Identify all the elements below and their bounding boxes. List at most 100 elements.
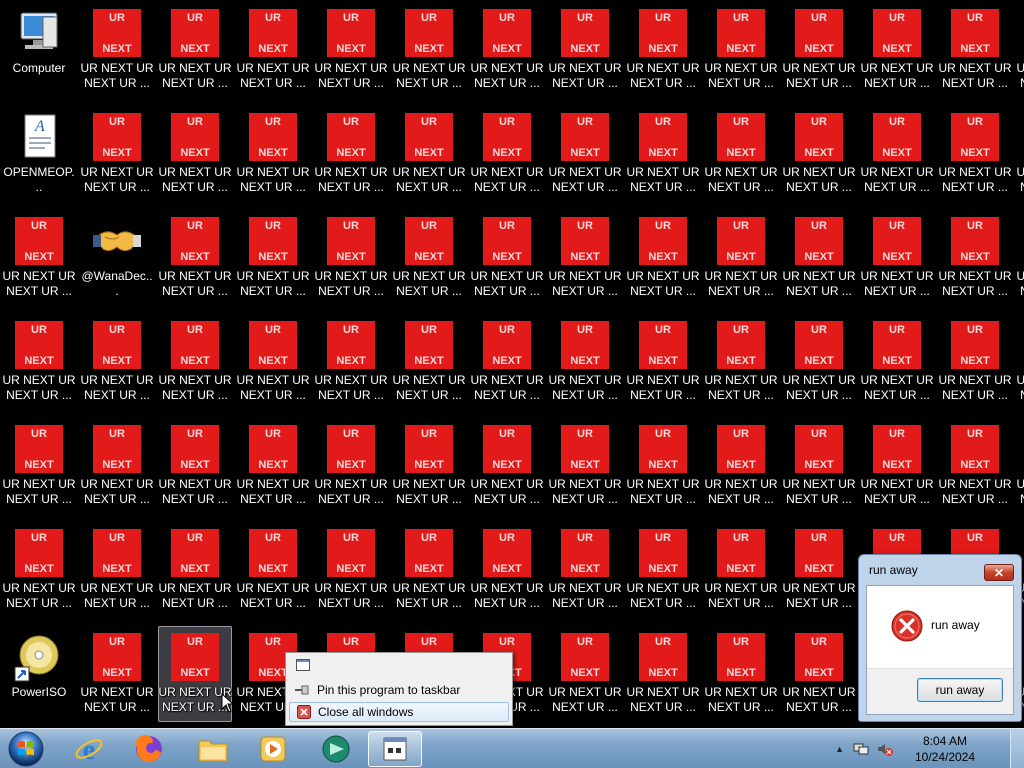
taskbar-active-program[interactable] — [368, 731, 422, 767]
taskbar-internet-explorer[interactable]: e — [60, 731, 118, 767]
desktop-icon-ur-next[interactable]: URNEXTUR NEXT UR NEXT UR ... — [704, 314, 778, 410]
desktop-icon-ur-next[interactable]: URNEXTUR NEXT UR NEXT UR ... — [938, 418, 1012, 514]
desktop-icon-ur-next[interactable]: URNEXTUR NEXT UR NEXT UR ... — [860, 418, 934, 514]
desktop-icon-ur-next[interactable]: URNEXTUR NEXT UR NEXT UR ... — [938, 314, 1012, 410]
desktop-icon-ur-next[interactable]: URNEXTUR NEXT UR NEXT UR ... — [704, 106, 778, 202]
desktop-icon-ur-next[interactable]: URNEXTUR NEXT UR NEXT UR ... — [236, 106, 310, 202]
desktop-icon-ur-next[interactable]: URNEXTUR NEXT UR NEXT UR ... — [392, 2, 466, 98]
desktop-icon-ur-next[interactable]: URNEXTUR NEXT UR NEXT UR ... — [80, 2, 154, 98]
show-desktop-button[interactable] — [1010, 729, 1024, 768]
taskbar-media-player[interactable] — [244, 731, 302, 767]
desktop-icon-ur-next[interactable]: URNEXTUR NEXT UR NEXT UR ... — [860, 314, 934, 410]
desktop-icon-ur-next[interactable]: URNEXTUR NEXT UR NEXT UR ... — [470, 106, 544, 202]
desktop-icon-ur-next[interactable]: URNEXTUR NEXT UR NEXT UR ... — [626, 314, 700, 410]
desktop-icon-ur-next[interactable]: URNEXTUR NEXT UR NEXT UR ... — [860, 210, 934, 306]
desktop-icon-ur-next[interactable]: URNEXTUR NEXT UR NEXT UR ... — [158, 210, 232, 306]
desktop-icon-ur-next[interactable]: URNEXTUR NEXT UR NEXT UR ... — [938, 106, 1012, 202]
desktop-icon-ur-next[interactable]: URNEXTUR NEXT UR NEXT UR ... — [704, 418, 778, 514]
desktop-icon-ur-next[interactable]: URNEXTUR NEXT UR NEXT UR ... — [782, 106, 856, 202]
network-icon[interactable] — [852, 741, 870, 757]
desktop-icon-ur-next[interactable]: URNEXTUR NEXT UR NEXT UR ... — [314, 522, 388, 618]
desktop-icon-ur-next[interactable]: URNEXTUR NEXT UR NEXT UR ... — [1016, 314, 1024, 410]
desktop-icon-ur-next[interactable]: URNEXTUR NEXT UR NEXT UR ... — [80, 626, 154, 722]
desktop-icon-ur-next[interactable]: URNEXTUR NEXT UR NEXT UR ... — [314, 106, 388, 202]
desktop-icon-ur-next[interactable]: URNEXTUR NEXT UR NEXT UR ... — [392, 314, 466, 410]
system-clock[interactable]: 8:04 AM 10/24/2024 — [910, 733, 980, 765]
close-all-windows-item[interactable]: Close all windows — [289, 702, 509, 722]
desktop-icon-ur-next[interactable]: URNEXTUR NEXT UR NEXT UR ... — [158, 106, 232, 202]
desktop-icon-ur-next[interactable]: URNEXTUR NEXT UR NEXT UR ... — [470, 2, 544, 98]
taskbar-firefox[interactable] — [120, 731, 178, 767]
run-away-button[interactable]: run away — [917, 678, 1003, 702]
desktop-icon-ur-next[interactable]: URNEXTUR NEXT UR NEXT UR ... — [158, 314, 232, 410]
desktop-icon-ur-next[interactable]: URNEXTUR NEXT UR NEXT UR ... — [1016, 2, 1024, 98]
desktop-icon-ur-next[interactable]: URNEXTUR NEXT UR NEXT UR ... — [236, 210, 310, 306]
desktop-icon-ur-next[interactable]: URNEXTUR NEXT UR NEXT UR ... — [782, 210, 856, 306]
desktop-icon-ur-next[interactable]: URNEXTUR NEXT UR NEXT UR ... — [938, 2, 1012, 98]
pin-to-taskbar-item[interactable]: Pin this program to taskbar — [289, 680, 509, 700]
desktop-icon-ur-next[interactable]: URNEXTUR NEXT UR NEXT UR ... — [158, 2, 232, 98]
desktop-icon-ur-next[interactable]: URNEXTUR NEXT UR NEXT UR ... — [704, 210, 778, 306]
desktop-icon-ur-next[interactable]: URNEXTUR NEXT UR NEXT UR ... — [626, 418, 700, 514]
desktop-icon-ur-next[interactable]: URNEXTUR NEXT UR NEXT UR ... — [158, 418, 232, 514]
start-button[interactable] — [4, 730, 48, 768]
desktop-icon-ur-next[interactable]: URNEXTUR NEXT UR NEXT UR ... — [236, 314, 310, 410]
desktop-icon-ur-next[interactable]: URNEXTUR NEXT UR NEXT UR ... — [392, 210, 466, 306]
desktop-icon-ur-next[interactable]: URNEXTUR NEXT UR NEXT UR ... — [236, 418, 310, 514]
desktop-icon-ur-next[interactable]: URNEXTUR NEXT UR NEXT UR ... — [626, 106, 700, 202]
desktop-icon-ur-next[interactable]: URNEXTUR NEXT UR NEXT UR ... — [704, 522, 778, 618]
desktop-icon-ur-next[interactable]: URNEXTUR NEXT UR NEXT UR ... — [392, 522, 466, 618]
desktop-icon-ur-next[interactable]: URNEXTUR NEXT UR NEXT UR ... — [860, 106, 934, 202]
desktop-icon-poweriso[interactable]: PowerISO — [2, 626, 76, 722]
desktop-icon-ur-next[interactable]: URNEXTUR NEXT UR NEXT UR ... — [1016, 106, 1024, 202]
desktop-icon-ur-next[interactable]: URNEXTUR NEXT UR NEXT UR ... — [548, 2, 622, 98]
desktop-icon-ur-next[interactable]: URNEXTUR NEXT UR NEXT UR ... — [2, 418, 76, 514]
desktop-icon-ur-next[interactable]: URNEXTUR NEXT UR NEXT UR ... — [626, 210, 700, 306]
desktop-icon-ur-next[interactable]: URNEXTUR NEXT UR NEXT UR ... — [782, 2, 856, 98]
desktop-icon-ur-next[interactable]: URNEXTUR NEXT UR NEXT UR ... — [704, 2, 778, 98]
desktop-icon-ur-next[interactable]: URNEXTUR NEXT UR NEXT UR ... — [782, 522, 856, 618]
desktop-icon-ur-next[interactable]: URNEXTUR NEXT UR NEXT UR ... — [1016, 418, 1024, 514]
desktop-icon-ur-next[interactable]: URNEXTUR NEXT UR NEXT UR ... — [158, 522, 232, 618]
desktop-icon-ur-next[interactable]: URNEXTUR NEXT UR NEXT UR ... — [860, 2, 934, 98]
taskbar-app[interactable] — [308, 731, 366, 767]
desktop-icon-ur-next[interactable]: URNEXTUR NEXT UR NEXT UR ... — [1016, 210, 1024, 306]
desktop-icon-ur-next[interactable]: URNEXTUR NEXT UR NEXT UR ... — [782, 418, 856, 514]
desktop-icon-ur-next[interactable]: URNEXTUR NEXT UR NEXT UR ... — [548, 210, 622, 306]
desktop-icon-computer[interactable]: Computer — [2, 2, 76, 98]
desktop-icon-ur-next[interactable]: URNEXTUR NEXT UR NEXT UR ... — [548, 106, 622, 202]
taskbar-file-explorer[interactable] — [184, 731, 242, 767]
desktop-icon-ur-next[interactable]: URNEXTUR NEXT UR NEXT UR ... — [548, 418, 622, 514]
desktop-icon-ur-next[interactable]: URNEXTUR NEXT UR NEXT UR ... — [2, 522, 76, 618]
desktop-icon-ur-next[interactable]: URNEXTUR NEXT UR NEXT UR ... — [80, 314, 154, 410]
desktop-icon-ur-next[interactable]: URNEXTUR NEXT UR NEXT UR ... — [626, 2, 700, 98]
desktop-icon-ur-next[interactable]: URNEXTUR NEXT UR NEXT UR ... — [704, 626, 778, 722]
desktop-icon-ur-next[interactable]: URNEXTUR NEXT UR NEXT UR ... — [548, 314, 622, 410]
desktop-icon-ur-next[interactable]: URNEXTUR NEXT UR NEXT UR ... — [470, 314, 544, 410]
desktop-icon-ur-next[interactable]: URNEXTUR NEXT UR NEXT UR ... — [782, 626, 856, 722]
desktop-icon-ur-next[interactable]: URNEXTUR NEXT UR NEXT UR ... — [782, 314, 856, 410]
desktop-icon-ur-next[interactable]: URNEXTUR NEXT UR NEXT UR ... — [470, 210, 544, 306]
desktop-icon-ur-next[interactable]: URNEXTUR NEXT UR NEXT UR ... — [236, 2, 310, 98]
desktop-icon-ur-next[interactable]: URNEXTUR NEXT UR NEXT UR ... — [626, 626, 700, 722]
desktop-icon-ur-next[interactable]: URNEXTUR NEXT UR NEXT UR ... — [80, 522, 154, 618]
desktop-icon-ur-next[interactable]: URNEXTUR NEXT UR NEXT UR ... — [392, 106, 466, 202]
desktop-icon-ur-next[interactable]: URNEXTUR NEXT UR NEXT UR ... — [314, 210, 388, 306]
desktop-icon-ur-next[interactable]: URNEXTUR NEXT UR NEXT UR ... — [470, 418, 544, 514]
show-hidden-icons-icon[interactable]: ▲ — [835, 744, 844, 754]
volume-muted-icon[interactable] — [876, 741, 894, 757]
desktop-icon-ur-next[interactable]: URNEXTUR NEXT UR NEXT UR ... — [314, 314, 388, 410]
desktop-icon-ur-next[interactable]: URNEXTUR NEXT UR NEXT UR ... — [626, 522, 700, 618]
desktop-icon-ur-next[interactable]: URNEXTUR NEXT UR NEXT UR ... — [548, 626, 622, 722]
desktop-icon-ur-next[interactable]: URNEXTUR NEXT UR NEXT UR ... — [236, 522, 310, 618]
desktop-icon-wanadec[interactable]: @WanaDec... — [80, 210, 154, 306]
desktop-icon-ur-next[interactable]: URNEXTUR NEXT UR NEXT UR ... — [80, 106, 154, 202]
desktop-icon-ur-next[interactable]: URNEXTUR NEXT UR NEXT UR ... — [2, 210, 76, 306]
desktop-icon-ur-next[interactable]: URNEXTUR NEXT UR NEXT UR ... — [2, 314, 76, 410]
desktop-icon-ur-next[interactable]: URNEXTUR NEXT UR NEXT UR ... — [938, 210, 1012, 306]
desktop-icon-ur-next[interactable]: URNEXTUR NEXT UR NEXT UR ... — [392, 418, 466, 514]
desktop-icon-ur-next[interactable]: URNEXTUR NEXT UR NEXT UR ... — [314, 418, 388, 514]
desktop-icon-ur-next[interactable]: URNEXTUR NEXT UR NEXT UR ... — [548, 522, 622, 618]
dialog-close-button[interactable]: ✕ — [984, 564, 1014, 581]
desktop-icon-ur-next[interactable]: URNEXTUR NEXT UR NEXT UR ... — [314, 2, 388, 98]
